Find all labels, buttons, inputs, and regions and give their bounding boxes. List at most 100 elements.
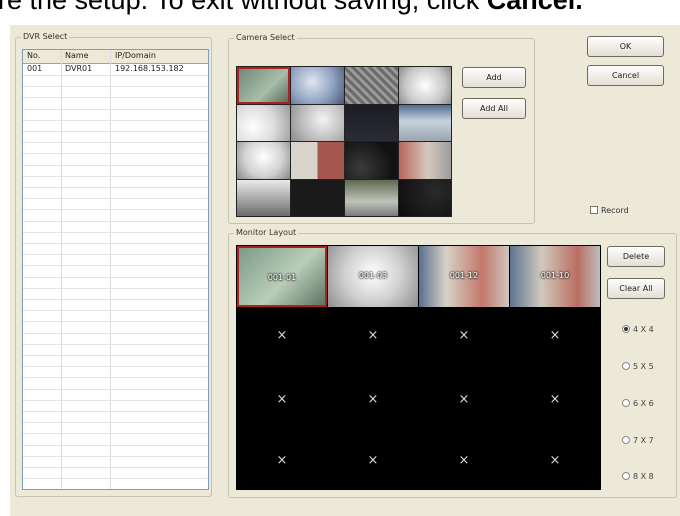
- clear-all-button[interactable]: Clear All: [607, 278, 665, 299]
- empty-slot-9[interactable]: ×: [272, 453, 292, 468]
- dvr-row[interactable]: 001 DVR01 192.168.153.182: [23, 64, 208, 76]
- camera-thumb-03[interactable]: [345, 67, 398, 104]
- empty-slot-12[interactable]: ×: [545, 453, 565, 468]
- radio-dot-icon[interactable]: [622, 325, 630, 333]
- dvr-empty-row: [23, 98, 208, 110]
- dvr-empty-row: [23, 378, 208, 390]
- dvr-empty-row: [23, 131, 208, 144]
- cancel-button[interactable]: Cancel: [587, 65, 664, 86]
- caption-emphasis: Cancel.: [486, 0, 583, 15]
- empty-slot-2[interactable]: ×: [363, 328, 383, 343]
- radio-dot-icon[interactable]: [622, 436, 630, 444]
- record-checkbox[interactable]: Record: [590, 206, 629, 215]
- monitor-tile-3[interactable]: 001-12: [419, 246, 509, 307]
- dvr-empty-row: [23, 310, 208, 323]
- record-label: Record: [601, 206, 629, 215]
- camera-thumb-14[interactable]: [291, 180, 344, 216]
- layout-radio-label: 6 X 6: [633, 399, 654, 408]
- camera-thumb-09[interactable]: [237, 142, 290, 179]
- monitor-tile-2[interactable]: 001-03: [328, 246, 418, 307]
- layout-radio-4[interactable]: 7 X 7: [622, 436, 654, 445]
- camera-thumb-13[interactable]: [237, 180, 290, 216]
- dvr-empty-row: [23, 187, 208, 200]
- dvr-empty-row: [23, 86, 208, 99]
- empty-slot-3[interactable]: ×: [454, 328, 474, 343]
- monitor-layout-title: Monitor Layout: [234, 228, 299, 237]
- layout-radio-3[interactable]: 6 X 6: [622, 399, 654, 408]
- col-header-no[interactable]: No.: [27, 51, 40, 60]
- camera-thumb-16[interactable]: [399, 180, 451, 216]
- monitor-tile-2-label: 001-03: [358, 271, 388, 280]
- dvr-cell-ip: 192.168.153.182: [115, 64, 184, 73]
- radio-dot-icon[interactable]: [622, 362, 630, 370]
- camera-thumb-15[interactable]: [345, 180, 398, 216]
- empty-slot-5[interactable]: ×: [272, 392, 292, 407]
- empty-slot-10[interactable]: ×: [363, 453, 383, 468]
- layout-radio-5[interactable]: 8 X 8: [622, 472, 654, 481]
- layout-radio-label: 7 X 7: [633, 436, 654, 445]
- monitor-tile-4-label: 001-10: [540, 271, 570, 280]
- dvr-empty-row: [23, 355, 208, 368]
- dvr-empty-row: [23, 75, 208, 88]
- empty-slot-11[interactable]: ×: [454, 453, 474, 468]
- dvr-cell-name: DVR01: [65, 64, 93, 73]
- radio-dot-icon[interactable]: [622, 472, 630, 480]
- add-all-button[interactable]: Add All: [462, 98, 526, 119]
- delete-button[interactable]: Delete: [607, 246, 665, 267]
- camera-thumb-02[interactable]: [291, 67, 344, 104]
- camera-thumb-05[interactable]: [237, 105, 290, 141]
- empty-slot-1[interactable]: ×: [272, 328, 292, 343]
- dvr-empty-row: [23, 322, 208, 334]
- radio-dot-icon[interactable]: [622, 399, 630, 407]
- layout-radio-2[interactable]: 5 X 5: [622, 362, 654, 371]
- dvr-empty-row: [23, 232, 208, 244]
- empty-slot-8[interactable]: ×: [545, 392, 565, 407]
- dvr-empty-row: [23, 478, 208, 489]
- camera-thumb-11[interactable]: [345, 142, 398, 179]
- dvr-cell-no: 001: [27, 64, 43, 73]
- dvr-empty-row: [23, 221, 208, 233]
- record-checkbox-box[interactable]: [590, 206, 598, 214]
- layout-radio-1[interactable]: 4 X 4: [622, 325, 654, 334]
- dvr-empty-row: [23, 445, 208, 457]
- camera-thumb-04[interactable]: [399, 67, 451, 104]
- layout-radio-label: 4 X 4: [633, 325, 654, 334]
- dvr-empty-row: [23, 266, 208, 278]
- dvr-empty-row: [23, 288, 208, 300]
- dvr-empty-row: [23, 198, 208, 211]
- dvr-list[interactable]: No. Name IP/Domain 001 DVR01 192.168.153.1…: [22, 49, 209, 490]
- dvr-empty-row: [23, 277, 208, 289]
- dvr-list-header: No. Name IP/Domain: [23, 50, 208, 64]
- camera-thumb-08[interactable]: [399, 105, 451, 141]
- camera-thumb-10[interactable]: [291, 142, 344, 179]
- monitor-tile-4[interactable]: 001-10: [510, 246, 600, 307]
- dvr-empty-row: [23, 154, 208, 166]
- camera-thumbnail-grid[interactable]: [236, 66, 452, 217]
- empty-slot-7[interactable]: ×: [454, 392, 474, 407]
- monitor-tile-3-label: 001-12: [449, 271, 479, 280]
- camera-thumb-12[interactable]: [399, 142, 451, 179]
- col-header-ip[interactable]: IP/Domain: [115, 51, 156, 60]
- add-button[interactable]: Add: [462, 67, 526, 88]
- dvr-empty-row: [23, 142, 208, 155]
- instruction-caption: re the setup. To exit without saving, cl…: [0, 0, 680, 19]
- dvr-empty-row: [23, 434, 208, 446]
- dvr-empty-row: [23, 120, 208, 132]
- dvr-empty-row: [23, 243, 208, 256]
- camera-thumb-01[interactable]: [237, 67, 290, 104]
- camera-thumb-07[interactable]: [345, 105, 398, 141]
- dvr-empty-row: [23, 467, 208, 480]
- empty-slot-6[interactable]: ×: [363, 392, 383, 407]
- empty-slot-4[interactable]: ×: [545, 328, 565, 343]
- dvr-empty-row: [23, 456, 208, 468]
- dvr-select-title: DVR Select: [21, 32, 70, 41]
- col-header-name[interactable]: Name: [65, 51, 89, 60]
- dvr-empty-row: [23, 400, 208, 412]
- monitor-tile-1[interactable]: 001-01: [237, 246, 327, 307]
- monitor-layout-grid[interactable]: 001-01 001-03 001-12 001-10 × × × × × × × × × × × ×: [236, 245, 601, 490]
- ok-button[interactable]: OK: [587, 36, 664, 57]
- dvr-empty-row: [23, 165, 208, 177]
- caption-text: re the setup. To exit without saving, cl…: [0, 0, 487, 15]
- camera-thumb-06[interactable]: [291, 105, 344, 141]
- dvr-empty-row: [23, 176, 208, 188]
